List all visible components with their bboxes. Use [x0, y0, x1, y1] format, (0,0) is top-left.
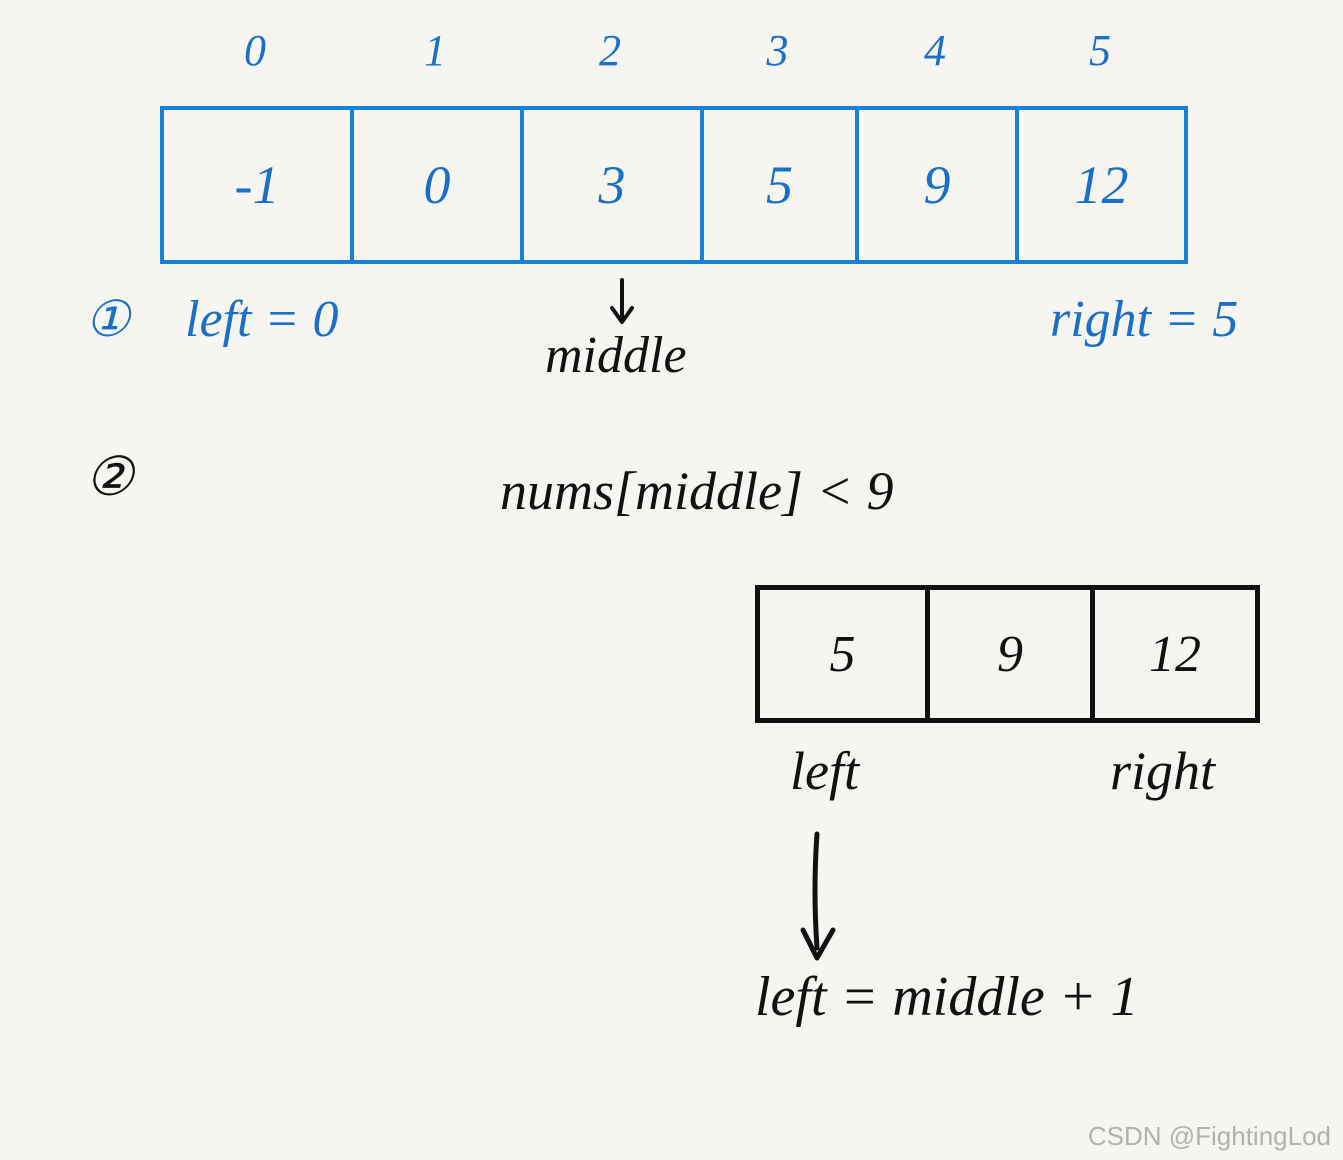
array-cell-4: 9 — [859, 110, 1019, 260]
step2-marker: ② — [85, 445, 133, 508]
sub-right-label: right — [1110, 740, 1215, 802]
array-cell-1: 0 — [354, 110, 524, 260]
condition-text: nums[middle] < 9 — [500, 460, 893, 522]
step1-marker: ① — [85, 290, 130, 348]
sub-array: 5 9 12 — [755, 585, 1260, 723]
array-cell-0: -1 — [164, 110, 354, 260]
index-4: 4 — [855, 25, 1015, 76]
left-label: left = 0 — [185, 290, 339, 349]
array-cell-5: 12 — [1019, 110, 1184, 260]
index-2: 2 — [520, 25, 700, 76]
main-array: -1 0 3 5 9 12 — [160, 106, 1188, 264]
sub-cell-0: 5 — [760, 590, 930, 718]
right-label: right = 5 — [1050, 290, 1238, 349]
array-cell-2: 3 — [524, 110, 704, 260]
index-0: 0 — [160, 25, 350, 76]
watermark-text: CSDN @FightingLod — [1088, 1121, 1331, 1152]
sub-left-label: left — [790, 740, 859, 802]
index-3: 3 — [700, 25, 855, 76]
array-cell-3: 5 — [704, 110, 859, 260]
sub-cell-2: 12 — [1095, 590, 1255, 718]
index-1: 1 — [350, 25, 520, 76]
arrow-down-icon — [795, 830, 845, 970]
left-assignment-text: left = middle + 1 — [755, 965, 1139, 1029]
middle-label: middle — [545, 326, 687, 385]
index-5: 5 — [1015, 25, 1185, 76]
array-indices-row: 0 1 2 3 4 5 — [160, 25, 1185, 76]
sub-cell-1: 9 — [930, 590, 1095, 718]
